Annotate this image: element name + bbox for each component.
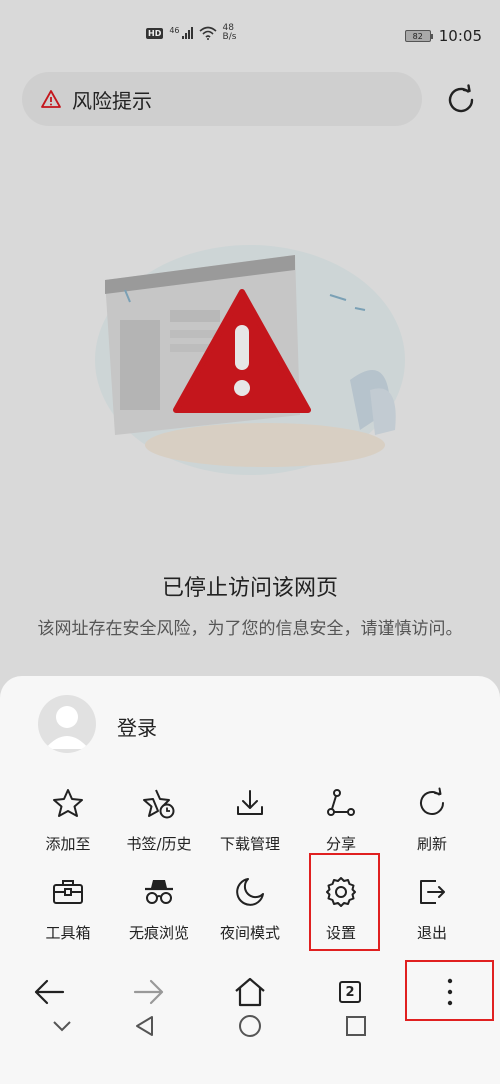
system-home-button[interactable] bbox=[230, 1006, 270, 1046]
menu-item-label: 退出 bbox=[416, 924, 447, 942]
bookmark-history-icon bbox=[141, 785, 177, 821]
menu-item-label: 无痕浏览 bbox=[128, 924, 189, 942]
download-icon bbox=[232, 785, 268, 821]
menu-item-night-mode[interactable]: 夜间模式 bbox=[210, 874, 290, 944]
blocked-title: 已停止访问该网页 bbox=[161, 576, 338, 601]
wifi-icon bbox=[199, 26, 217, 40]
menu-item-label: 书签/历史 bbox=[126, 835, 192, 853]
status-right: 82 10:05 bbox=[404, 27, 482, 45]
incognito-icon bbox=[141, 874, 177, 910]
reload-icon bbox=[448, 84, 474, 113]
warning-icon bbox=[41, 90, 61, 108]
tab-count: 2 bbox=[339, 981, 361, 1003]
more-menu-button[interactable] bbox=[425, 967, 475, 1017]
status-bar: HD 46 48 B/s 82 10:05 bbox=[0, 0, 500, 70]
battery-level: 82 bbox=[412, 31, 423, 41]
moon-icon bbox=[232, 874, 268, 910]
menu-item-refresh[interactable]: 刷新 bbox=[392, 785, 472, 855]
speed-unit: B/s bbox=[222, 32, 237, 42]
risk-address-bar[interactable]: 风险提示 bbox=[22, 72, 422, 126]
menu-item-label: 工具箱 bbox=[45, 924, 91, 942]
menu-item-label: 夜间模式 bbox=[219, 924, 280, 942]
circle-home-icon bbox=[239, 1015, 261, 1037]
system-recents-button[interactable] bbox=[336, 1006, 376, 1046]
arrow-left-icon bbox=[34, 979, 65, 1005]
exit-icon bbox=[414, 874, 450, 910]
system-collapse-button[interactable] bbox=[42, 1006, 82, 1046]
reload-button[interactable] bbox=[441, 80, 481, 120]
menu-item-share[interactable]: 分享 bbox=[301, 785, 381, 855]
menu-item-incognito[interactable]: 无痕浏览 bbox=[119, 874, 199, 944]
risk-illustration bbox=[95, 245, 405, 475]
chevron-down-icon bbox=[53, 1021, 71, 1032]
menu-item-toolbox[interactable]: 工具箱 bbox=[28, 874, 108, 944]
menu-item-label: 分享 bbox=[325, 835, 356, 853]
settings-highlight-box bbox=[309, 853, 380, 951]
clock: 10:05 bbox=[438, 27, 482, 45]
refresh-icon bbox=[414, 785, 450, 821]
toolbox-icon bbox=[50, 874, 86, 910]
user-icon bbox=[45, 706, 89, 749]
square-recents-icon bbox=[346, 1016, 366, 1036]
menu-item-label: 添加至 bbox=[45, 835, 91, 853]
more-vertical-icon bbox=[447, 978, 453, 1006]
network-speed: 48 B/s bbox=[223, 24, 237, 42]
menu-item-label: 下载管理 bbox=[219, 835, 280, 853]
menu-item-add-to[interactable]: 添加至 bbox=[28, 785, 108, 855]
status-center: HD 46 48 B/s bbox=[146, 24, 236, 42]
network-type: 46 bbox=[169, 25, 180, 35]
hd-badge: HD bbox=[146, 27, 164, 39]
home-icon bbox=[235, 977, 265, 1007]
star-icon bbox=[50, 785, 86, 821]
arrow-right-icon bbox=[133, 979, 164, 1005]
menu-item-downloads[interactable]: 下载管理 bbox=[210, 785, 290, 855]
avatar[interactable] bbox=[38, 695, 96, 753]
menu-item-exit[interactable]: 退出 bbox=[392, 874, 472, 944]
triangle-back-icon bbox=[136, 1016, 153, 1036]
menu-item-bookmarks-history[interactable]: 书签/历史 bbox=[119, 785, 199, 855]
login-link[interactable]: 登录 bbox=[117, 712, 157, 741]
system-back-button[interactable] bbox=[124, 1006, 164, 1046]
blocked-description: 该网址存在安全风险，为了您的信息安全，请谨慎访问。 bbox=[37, 619, 463, 639]
battery-icon: 82 bbox=[404, 30, 433, 42]
share-icon bbox=[323, 785, 359, 821]
risk-label: 风险提示 bbox=[72, 88, 152, 113]
signal-icon bbox=[181, 27, 193, 39]
menu-item-label: 刷新 bbox=[416, 835, 447, 853]
